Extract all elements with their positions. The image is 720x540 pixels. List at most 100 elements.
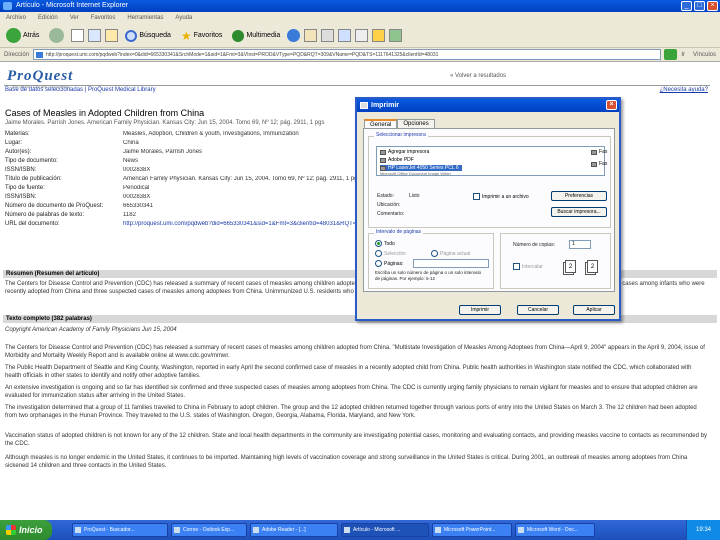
home-icon[interactable] <box>105 29 119 42</box>
star-icon: ★ <box>180 28 192 43</box>
article-paragraph: The investigation determined that a grou… <box>5 405 697 419</box>
taskbar-item[interactable]: Microsoft PowerPoint... <box>432 523 512 537</box>
menu-favorites[interactable]: Favoritos <box>91 12 116 24</box>
print-dialog: Imprimir × General Opciones Seleccionar … <box>355 97 621 321</box>
printer-list[interactable]: Agregar impresora Adobe PDF HP LaserJet … <box>376 146 607 176</box>
go-button[interactable] <box>663 49 678 60</box>
article-paragraph: The Centers for Disease Control and Prev… <box>5 345 705 359</box>
cancel-button[interactable]: Cancelar <box>517 305 559 315</box>
printer-icon <box>360 102 368 109</box>
start-button[interactable]: Inicio <box>0 520 52 540</box>
printer-item[interactable]: Adobe PDF <box>380 157 414 163</box>
breadcrumb[interactable]: Base de datos seleccionadas | ProQuest M… <box>5 87 156 93</box>
print-to-file-checkbox[interactable]: Imprimir a un archivo <box>473 193 529 200</box>
print-icon[interactable] <box>321 29 335 42</box>
printer-icon <box>380 165 386 171</box>
menu-view[interactable]: Ver <box>70 12 79 24</box>
messenger-icon[interactable] <box>389 29 403 42</box>
article-paragraph: The Public Health Department of Seattle … <box>5 365 692 379</box>
range-all-radio[interactable]: Todo <box>375 240 395 247</box>
collate-checkbox[interactable]: Intercalar <box>513 263 543 270</box>
media-icon <box>232 29 245 42</box>
range-current-radio[interactable]: Página actual <box>431 250 470 257</box>
printer-item[interactable]: Agregar impresora <box>380 149 429 155</box>
range-selection-radio[interactable]: Selección <box>375 250 406 257</box>
menu-edit[interactable]: Edición <box>38 12 58 24</box>
taskbar-item[interactable]: Adobe Reader - [...] <box>250 523 338 537</box>
mail-icon[interactable] <box>304 29 318 42</box>
search-icon <box>125 29 138 42</box>
taskbar-item[interactable]: Microsoft Word - Doc... <box>515 523 595 537</box>
taskbar-item[interactable]: Correo - Outlook Exp... <box>171 523 247 537</box>
discuss-icon[interactable] <box>355 29 369 42</box>
fax-icon <box>591 149 597 155</box>
header-divider <box>4 85 710 86</box>
media-button[interactable]: Multimedia <box>229 27 283 45</box>
article-paragraph: Although measles is no longer endemic in… <box>5 455 688 469</box>
edit-icon[interactable] <box>338 29 352 42</box>
printer-item[interactable]: Fax <box>591 149 607 155</box>
copies-group: Número de copias: 1 Intercalar 1 2 1 2 <box>500 233 611 289</box>
forward-arrow-icon <box>49 28 65 43</box>
history-icon[interactable] <box>287 29 301 42</box>
copies-label: Número de copias: <box>513 242 555 248</box>
preferences-button[interactable]: Preferencias <box>551 191 607 201</box>
print-dialog-titlebar: Imprimir × <box>357 99 619 112</box>
address-bar: Dirección http://proquest.umi.com/pqdweb… <box>0 48 720 62</box>
apply-button[interactable]: Aplicar <box>573 305 615 315</box>
status-label: Estado: <box>377 193 394 199</box>
links-label[interactable]: Vínculos <box>689 52 720 58</box>
printer-icon <box>380 149 386 155</box>
window-title: Artículo - Microsoft Internet Explorer <box>16 2 129 9</box>
page-4-icon: 2 <box>587 260 598 273</box>
go-label[interactable]: Ir <box>677 52 689 58</box>
find-printer-button[interactable]: Buscar impresora... <box>551 207 607 217</box>
taskbar-item-active[interactable]: Artículo - Microsoft ... <box>341 523 429 537</box>
status-value: Listo <box>409 193 420 199</box>
browser-toolbar: Atrás Búsqueda ★ Favoritos Multimedia <box>0 24 720 48</box>
copyright-line: Copyright American Academy of Family Phy… <box>5 327 177 333</box>
page-range-group: Intervalo de páginas Todo Selección Pági… <box>368 229 494 289</box>
comment-label: Comentario: <box>377 211 405 217</box>
forward-button[interactable] <box>46 27 67 45</box>
maximize-button[interactable]: □ <box>694 1 705 11</box>
taskbar-item[interactable]: ProQuest - Buscador... <box>72 523 168 537</box>
print-dialog-title: Imprimir <box>371 102 400 109</box>
dialog-close-button[interactable]: × <box>606 100 617 110</box>
pages-input[interactable] <box>413 259 489 268</box>
refresh-icon[interactable] <box>88 29 102 42</box>
article-paragraph: Vaccination status of adopted children i… <box>5 433 707 447</box>
address-input[interactable]: http://proquest.umi.com/pqdweb?index=0&d… <box>33 49 661 60</box>
printer-group: Seleccionar impresora Agregar impresora … <box>368 132 611 228</box>
ie-icon <box>3 2 12 10</box>
back-button[interactable]: Atrás <box>3 27 42 45</box>
search-button[interactable]: Búsqueda <box>122 27 174 45</box>
stop-icon[interactable] <box>71 29 85 42</box>
back-arrow-icon <box>6 28 21 43</box>
menu-bar: Archivo Edición Ver Favoritos Herramient… <box>0 12 720 24</box>
printer-item[interactable]: Microsoft Office Document Image Writer <box>380 171 451 176</box>
page-2-icon: 2 <box>565 260 576 273</box>
close-button[interactable]: × <box>707 1 718 11</box>
window-titlebar: Artículo - Microsoft Internet Explorer _… <box>0 0 720 12</box>
help-link[interactable]: ¿Necesita ayuda? <box>660 87 708 93</box>
printer-item[interactable]: Fax <box>591 161 607 167</box>
address-label: Dirección <box>4 51 30 58</box>
menu-file[interactable]: Archivo <box>6 12 26 24</box>
windows-taskbar: Inicio ProQuest - Buscador... Correo - O… <box>0 520 720 540</box>
window-controls: _ □ × <box>681 1 718 11</box>
folder-icon[interactable] <box>372 29 386 42</box>
article-paragraph: An extensive investigation is ongoing an… <box>5 385 698 399</box>
favorites-button[interactable]: ★ Favoritos <box>178 27 226 45</box>
system-tray-clock[interactable]: 19:34 <box>686 520 720 540</box>
copies-input[interactable]: 1 <box>569 240 591 249</box>
range-hint: Escriba un solo número de página o un so… <box>375 270 482 281</box>
proquest-logo[interactable]: ProQuest <box>7 68 73 85</box>
menu-help[interactable]: Ayuda <box>175 12 192 24</box>
back-to-results-link[interactable]: « Volver a resultados <box>450 73 506 79</box>
minimize-button[interactable]: _ <box>681 1 692 11</box>
menu-tools[interactable]: Herramientas <box>127 12 163 24</box>
article-byline: Jaime Morales. Parrish Jones. American F… <box>5 120 325 126</box>
print-button[interactable]: Imprimir <box>459 305 501 315</box>
range-pages-radio[interactable]: Páginas: <box>375 260 403 267</box>
